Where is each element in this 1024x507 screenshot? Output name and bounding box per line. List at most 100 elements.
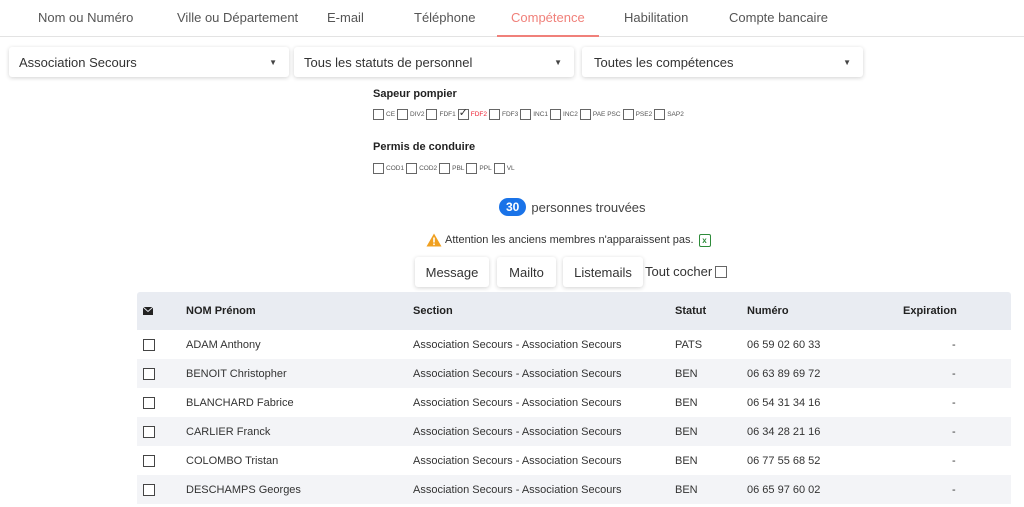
checkbox-label: DIV2: [410, 111, 425, 118]
mailto-button[interactable]: Mailto: [497, 257, 556, 287]
column-header-expiration[interactable]: Expiration: [903, 305, 1011, 317]
tout-cocher[interactable]: Tout cocher: [645, 264, 729, 279]
checkbox-label: COD2: [419, 165, 438, 172]
table-row[interactable]: CARLIER Franck Association Secours - Ass…: [137, 417, 1011, 446]
row-checkbox[interactable]: [143, 338, 155, 351]
checkbox[interactable]: [654, 109, 666, 120]
checkbox-item[interactable]: FDF2: [457, 106, 487, 120]
cell-statut: BEN: [675, 454, 698, 467]
tab-habilitation[interactable]: Habilitation: [624, 10, 688, 25]
tab-bar: Nom ou Numéro Ville ou Département E-mai…: [0, 0, 1024, 37]
column-header-numero[interactable]: Numéro: [747, 305, 903, 317]
group-title-permis: Permis de conduire: [373, 141, 476, 153]
checkbox-item[interactable]: SAP2: [654, 109, 684, 120]
checkbox-label: VL: [506, 165, 515, 172]
column-header-section[interactable]: Section: [413, 305, 675, 317]
cell-nom[interactable]: BENOIT Christopher: [186, 368, 413, 380]
cell-section: Association Secours - Association Secour…: [413, 396, 622, 409]
envelope-icon[interactable]: [143, 307, 153, 315]
column-header-statut[interactable]: Statut: [675, 305, 747, 317]
results-count: 30 personnes trouvées: [499, 198, 646, 216]
checkbox-label: INC2: [563, 111, 578, 118]
section-select[interactable]: Association Secours ▼: [9, 47, 289, 77]
checkbox[interactable]: [579, 109, 591, 120]
checkbox-item[interactable]: CE: [373, 109, 395, 120]
cell-nom[interactable]: DESCHAMPS Georges: [186, 484, 413, 496]
checkbox-item[interactable]: INC1: [520, 109, 548, 120]
checkbox[interactable]: [466, 163, 478, 174]
column-header-nom[interactable]: NOM Prénom: [186, 305, 413, 317]
checkbox[interactable]: [373, 163, 384, 174]
table-row[interactable]: COLOMBO Tristan Association Secours - As…: [137, 446, 1011, 475]
caret-down-icon: ▼: [843, 57, 851, 67]
checkbox[interactable]: [622, 109, 634, 120]
message-button[interactable]: Message: [415, 257, 489, 287]
checkbox-item[interactable]: DIV2: [397, 109, 424, 120]
cell-section: Association Secours - Association Secour…: [413, 425, 622, 438]
checkbox-label: PPL: [479, 165, 492, 172]
checkbox[interactable]: [488, 109, 500, 120]
checkbox[interactable]: [426, 109, 438, 120]
checkbox[interactable]: [373, 109, 384, 120]
row-checkbox[interactable]: [143, 367, 155, 380]
checkbox-item[interactable]: COD1: [373, 163, 404, 174]
checkbox[interactable]: [439, 163, 451, 174]
checkbox-item[interactable]: COD2: [406, 163, 437, 174]
table-row[interactable]: ADAM Anthony Association Secours - Assoc…: [137, 330, 1011, 359]
cell-nom[interactable]: CARLIER Franck: [186, 426, 413, 438]
cell-section: Association Secours - Association Secour…: [413, 483, 622, 496]
cell-numero: 06 54 31 34 16: [747, 396, 821, 409]
group-title-sapeur-pompier: Sapeur pompier: [373, 88, 457, 100]
checkbox[interactable]: [520, 109, 532, 120]
cell-numero: 06 77 55 68 52: [747, 454, 821, 467]
cell-expiration: -: [952, 454, 956, 467]
checkbox-item[interactable]: FDF1: [426, 109, 456, 120]
row-checkbox[interactable]: [143, 396, 155, 409]
warning-message: Attention les anciens membres n'apparais…: [426, 233, 711, 247]
listemails-button[interactable]: Listemails: [563, 257, 643, 287]
row-checkbox[interactable]: [143, 454, 155, 467]
tab-competence[interactable]: Compétence: [497, 10, 599, 37]
section-select-value: Association Secours: [19, 54, 137, 70]
select-column-header[interactable]: [137, 307, 186, 315]
checkbox[interactable]: [493, 163, 505, 174]
checkbox[interactable]: [550, 109, 562, 120]
cell-section: Association Secours - Association Secour…: [413, 338, 622, 351]
checkbox-label: FDF3: [501, 111, 519, 118]
cell-section: Association Secours - Association Secour…: [413, 454, 622, 467]
cell-nom[interactable]: COLOMBO Tristan: [186, 455, 413, 467]
tout-cocher-label: Tout cocher: [645, 264, 713, 279]
tab-email[interactable]: E-mail: [327, 10, 364, 25]
row-checkbox[interactable]: [143, 483, 155, 496]
checkbox-item[interactable]: PSE2: [622, 109, 652, 120]
table-row[interactable]: DESCHAMPS Georges Association Secours - …: [137, 475, 1011, 504]
results-label: personnes trouvées: [531, 199, 646, 215]
statut-select[interactable]: Tous les statuts de personnel ▼: [294, 47, 574, 77]
checkbox-item[interactable]: PBL: [439, 163, 464, 174]
tab-nom-numero[interactable]: Nom ou Numéro: [38, 10, 133, 25]
tab-compte-bancaire[interactable]: Compte bancaire: [729, 10, 828, 25]
cell-statut: BEN: [675, 425, 698, 438]
table-row[interactable]: BENOIT Christopher Association Secours -…: [137, 359, 1011, 388]
tab-telephone[interactable]: Téléphone: [414, 10, 475, 25]
checkbox-checked[interactable]: [457, 106, 469, 120]
row-checkbox[interactable]: [143, 425, 155, 438]
cell-nom[interactable]: BLANCHARD Fabrice: [186, 397, 413, 409]
cell-expiration: -: [952, 338, 956, 351]
checkbox-item[interactable]: FDF3: [488, 109, 519, 120]
checkbox-item[interactable]: VL: [493, 163, 515, 174]
checkbox[interactable]: [397, 109, 409, 120]
competence-select[interactable]: Toutes les compétences ▼: [582, 47, 863, 77]
cell-expiration: -: [952, 367, 956, 380]
checkbox-item[interactable]: PAE PSC: [579, 109, 621, 120]
tab-ville-departement[interactable]: Ville ou Département: [177, 10, 298, 25]
cell-nom[interactable]: ADAM Anthony: [186, 339, 413, 351]
tout-cocher-checkbox[interactable]: [715, 265, 728, 278]
table-row[interactable]: BLANCHARD Fabrice Association Secours - …: [137, 388, 1011, 417]
cell-statut: BEN: [675, 483, 698, 496]
checkbox-item[interactable]: INC2: [550, 109, 578, 120]
checkbox-label: FDF1: [439, 111, 456, 118]
checkbox-item[interactable]: PPL: [466, 163, 492, 174]
excel-icon[interactable]: x: [698, 233, 711, 247]
checkbox[interactable]: [406, 163, 418, 174]
